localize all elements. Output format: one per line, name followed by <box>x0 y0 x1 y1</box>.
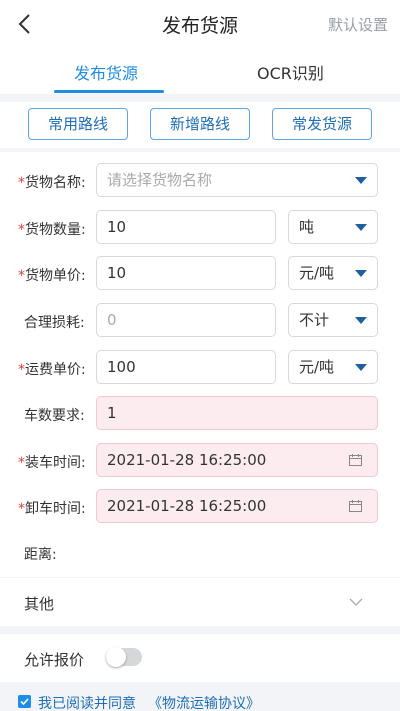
route-button-bar: 常用路线 新增路线 常发货源 <box>0 102 400 148</box>
goods-name-select[interactable]: 请选择货物名称 <box>96 163 378 197</box>
goods-price-unit-select[interactable]: 元/吨 <box>288 256 378 290</box>
switch-knob <box>106 647 126 667</box>
goods-quantity-input[interactable]: 10 <box>96 210 276 244</box>
goods-name-label: *货物名称: <box>18 175 86 191</box>
calendar-icon <box>349 454 362 466</box>
caret-down-icon <box>355 224 367 231</box>
goods-price-input[interactable]: 10 <box>96 256 276 290</box>
freight-price-label: *运费单价: <box>18 362 86 378</box>
goods-form: *货物名称: 请选择货物名称 *货物数量: 10 吨 *货物单价: 10 元/吨… <box>0 152 400 577</box>
calendar-icon <box>349 500 362 512</box>
loss-unit-select[interactable]: 不计 <box>288 303 378 337</box>
allow-quote-switch[interactable] <box>106 647 142 667</box>
caret-down-icon <box>355 177 367 184</box>
load-time-value: 2021-01-28 16:25:00 <box>107 451 267 469</box>
load-time-picker[interactable]: 2021-01-28 16:25:00 <box>96 443 378 477</box>
loss-label: 合理损耗: <box>24 315 85 331</box>
freight-price-input[interactable]: 100 <box>96 350 276 384</box>
goods-name-placeholder: 请选择货物名称 <box>107 171 213 189</box>
goods-quantity-unit-select[interactable]: 吨 <box>288 210 378 244</box>
other-label: 其他 <box>24 595 55 613</box>
checkbox-checked-icon[interactable] <box>18 695 31 708</box>
required-star: * <box>18 175 25 191</box>
required-star: * <box>18 455 25 471</box>
default-settings-button[interactable]: 默认设置 <box>328 14 388 35</box>
tab-active-indicator <box>54 90 164 93</box>
caret-down-icon <box>355 317 367 324</box>
tab-publish-goods[interactable]: 发布货源 <box>74 60 138 84</box>
header-bar: 发布货源 默认设置 <box>0 0 400 48</box>
unload-time-value: 2021-01-28 16:25:00 <box>107 497 267 515</box>
required-star: * <box>18 268 25 284</box>
freight-price-unit-select[interactable]: 元/吨 <box>288 350 378 384</box>
agreement-text: 我已阅读并同意 <box>38 696 136 711</box>
other-section-toggle[interactable]: 其他 <box>0 578 400 626</box>
common-routes-button[interactable]: 常用路线 <box>28 108 128 140</box>
unload-time-label: *卸车时间: <box>18 501 86 517</box>
goods-price-unit-value: 元/吨 <box>299 264 335 282</box>
loss-unit-value: 不计 <box>299 311 330 329</box>
chevron-down-icon <box>349 598 363 606</box>
goods-price-label: *货物单价: <box>18 268 86 284</box>
allow-quote-label: 允许报价 <box>24 651 85 669</box>
required-star: * <box>18 501 25 517</box>
caret-down-icon <box>355 364 367 371</box>
load-time-label: *装车时间: <box>18 455 86 471</box>
freight-price-unit-value: 元/吨 <box>299 358 335 376</box>
frequent-goods-button[interactable]: 常发货源 <box>272 108 372 140</box>
vehicle-count-label: 车数要求: <box>24 408 85 424</box>
required-star: * <box>18 222 25 238</box>
tab-bar: 发布货源 OCR识别 <box>0 48 400 94</box>
unload-time-picker[interactable]: 2021-01-28 16:25:00 <box>96 489 378 523</box>
distance-label: 距离: <box>24 547 57 563</box>
goods-quantity-unit-value: 吨 <box>299 218 315 236</box>
agreement-link[interactable]: 《物流运输协议》 <box>148 693 260 711</box>
vehicle-count-input[interactable]: 1 <box>96 396 378 430</box>
add-route-button[interactable]: 新增路线 <box>150 108 250 140</box>
allow-quote-row: 允许报价 <box>0 634 400 682</box>
required-star: * <box>18 362 25 378</box>
caret-down-icon <box>355 270 367 277</box>
goods-quantity-label: *货物数量: <box>18 222 86 238</box>
tab-ocr[interactable]: OCR识别 <box>257 60 324 84</box>
loss-placeholder: 0 <box>107 311 117 329</box>
loss-input[interactable]: 0 <box>96 303 276 337</box>
